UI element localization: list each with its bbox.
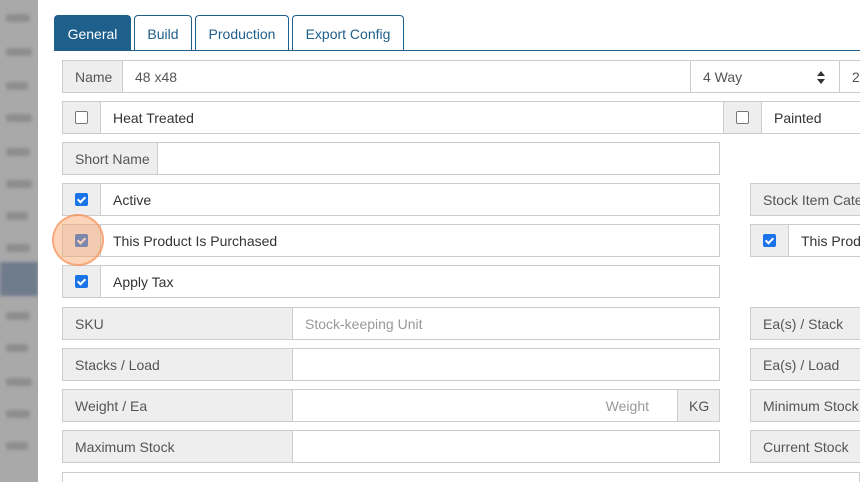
active-row: Active Stock Item Categ: [0, 183, 860, 216]
produced-checkbox[interactable]: [763, 234, 776, 247]
sidebar-blur-item: [6, 48, 32, 56]
name-row: Name 48 x48 4 Way 2: [0, 60, 860, 93]
way-select-value: 4 Way: [703, 68, 743, 85]
name-label: Name: [62, 60, 123, 93]
stacks-load-label: Stacks / Load: [62, 348, 293, 381]
tab-production[interactable]: Production: [195, 15, 289, 51]
stock-item-category-label: Stock Item Categ: [750, 183, 860, 216]
heat-treated-checkbox-addon[interactable]: [62, 101, 101, 134]
textarea-field[interactable]: [62, 472, 860, 482]
tab-general[interactable]: General: [54, 15, 131, 51]
tab-build[interactable]: Build: [134, 15, 192, 51]
weight-label: Weight / Ea: [62, 389, 293, 422]
purchased-row: This Product Is Purchased This Produ: [0, 224, 860, 257]
purchased-checkbox[interactable]: [75, 234, 88, 247]
active-checkbox[interactable]: [75, 193, 88, 206]
apply-tax-row: Apply Tax: [0, 265, 860, 298]
apply-tax-label: Apply Tax: [100, 265, 720, 298]
apply-tax-checkbox[interactable]: [75, 275, 88, 288]
maximum-stock-row: Maximum Stock Current Stock: [0, 430, 860, 463]
stacks-load-input[interactable]: [292, 348, 720, 381]
active-label: Active: [100, 183, 720, 216]
ea-load-label: Ea(s) / Load: [750, 348, 860, 381]
painted-label: Painted: [761, 101, 860, 134]
heat-treated-row: Heat Treated Painted: [0, 101, 860, 134]
heat-treated-checkbox[interactable]: [75, 111, 88, 124]
sidebar-blur-item: [6, 14, 30, 22]
name-input[interactable]: 48 x48: [122, 60, 691, 93]
sku-label: SKU: [62, 307, 293, 340]
painted-checkbox[interactable]: [736, 111, 749, 124]
short-name-input[interactable]: [157, 142, 720, 175]
active-checkbox-addon[interactable]: [62, 183, 101, 216]
tab-export-config[interactable]: Export Config: [292, 15, 404, 51]
short-name-label: Short Name: [62, 142, 158, 175]
purchased-label: This Product Is Purchased: [100, 224, 720, 257]
sku-input[interactable]: Stock-keeping Unit: [292, 307, 720, 340]
weight-input[interactable]: Weight: [292, 389, 678, 422]
apply-tax-checkbox-addon[interactable]: [62, 265, 101, 298]
minimum-stock-label: Minimum Stock: [750, 389, 860, 422]
weight-row: Weight / Ea Weight KG Minimum Stock: [0, 389, 860, 422]
secondary-select[interactable]: 2: [839, 60, 860, 93]
tab-underline: [54, 50, 860, 51]
produced-checkbox-addon[interactable]: [750, 224, 789, 257]
weight-unit: KG: [677, 389, 720, 422]
current-stock-label: Current Stock: [750, 430, 860, 463]
heat-treated-label: Heat Treated: [100, 101, 724, 134]
select-arrows-icon: [817, 71, 825, 84]
ea-stack-label: Ea(s) / Stack: [750, 307, 860, 340]
purchased-checkbox-addon[interactable]: [62, 224, 101, 257]
stacks-load-row: Stacks / Load Ea(s) / Load: [0, 348, 860, 381]
short-name-row: Short Name: [0, 142, 860, 175]
maximum-stock-input[interactable]: [292, 430, 720, 463]
way-select[interactable]: 4 Way: [690, 60, 840, 93]
sku-row: SKU Stock-keeping Unit Ea(s) / Stack: [0, 307, 860, 340]
painted-checkbox-addon[interactable]: [723, 101, 762, 134]
produced-label: This Produ: [788, 224, 860, 257]
maximum-stock-label: Maximum Stock: [62, 430, 293, 463]
